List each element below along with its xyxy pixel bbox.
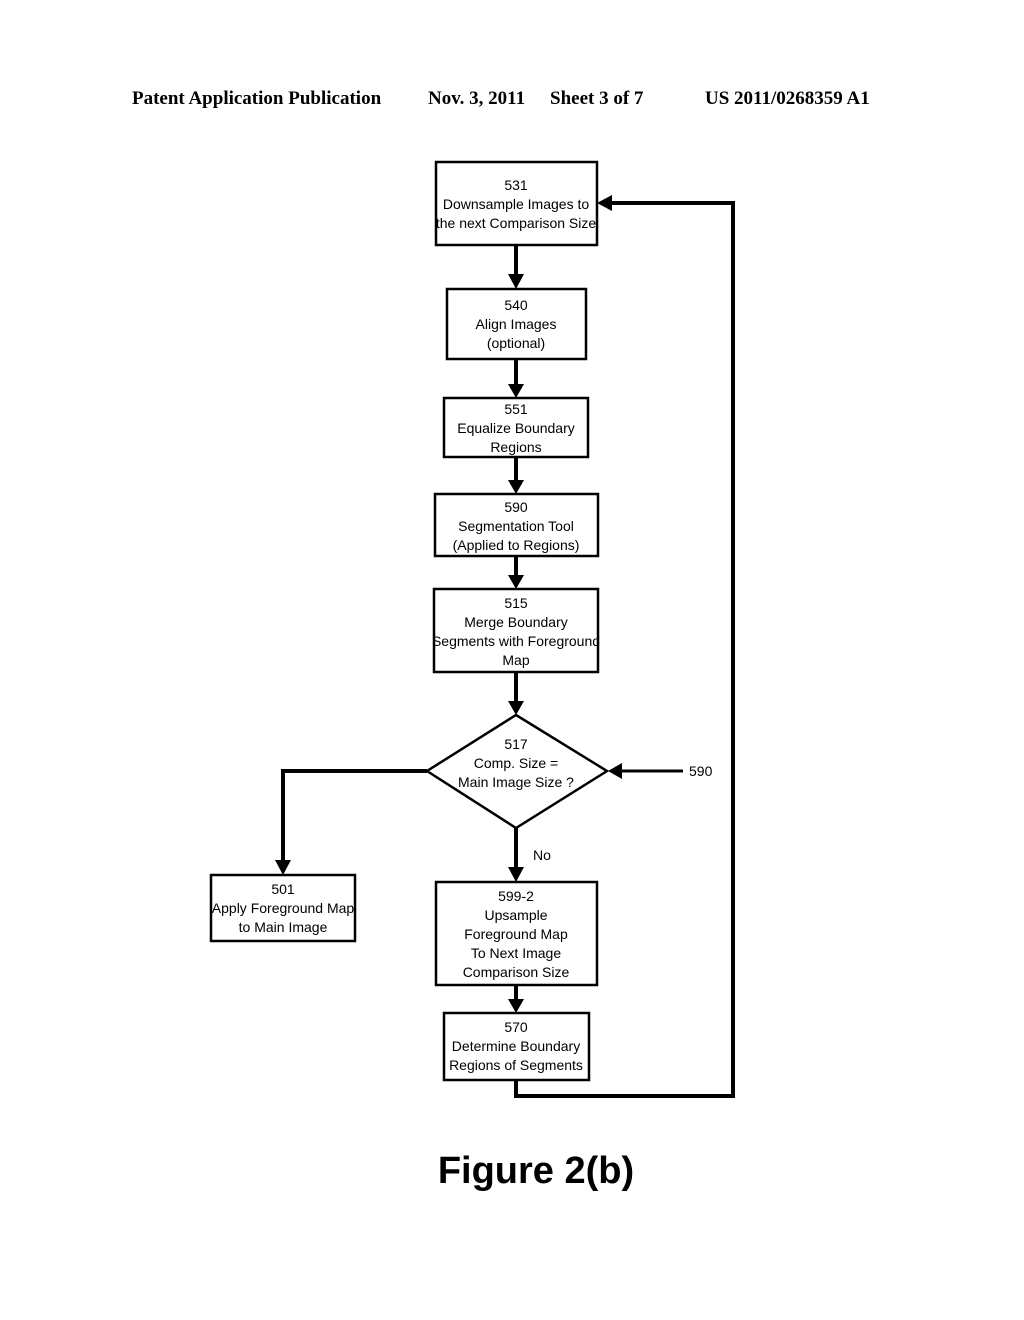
flowchart: 531 Downsample Images to the next Compar…	[209, 160, 735, 1098]
node-531: 531 Downsample Images to the next Compar…	[434, 160, 599, 247]
node-label-line: Main Image Size ?	[458, 774, 574, 790]
node-id: 540	[504, 297, 528, 313]
node-id: 517	[504, 736, 528, 752]
node-590: 590 Segmentation Tool (Applied to Region…	[433, 492, 600, 558]
node-label-line: Apply Foreground Map	[212, 900, 355, 916]
node-id: 531	[504, 177, 528, 193]
node-label-line: Merge Boundary	[464, 614, 568, 630]
node-label-line: (Applied to Regions)	[453, 537, 580, 553]
node-label-line: Comparison Size	[463, 964, 570, 980]
node-id: 515	[504, 595, 528, 611]
node-label-line: Foreground Map	[464, 926, 568, 942]
node-label-line: to Main Image	[239, 919, 328, 935]
node-501: 501 Apply Foreground Map to Main Image	[209, 873, 357, 943]
figure-caption: Figure 2(b)	[437, 1150, 635, 1192]
node-551: 551 Equalize Boundary Regions	[442, 396, 590, 459]
edge-517-501	[281, 769, 427, 862]
node-label-line: the next Comparison Size	[436, 215, 597, 231]
node-515: 515 Merge Boundary Segments with Foregro…	[432, 587, 600, 674]
arrowhead	[508, 575, 524, 589]
arrowhead	[597, 195, 612, 211]
edge-label-ref-590: 590	[689, 763, 713, 779]
node-label-line: Regions	[490, 439, 541, 455]
node-label-line: Determine Boundary	[452, 1038, 580, 1054]
arrowhead	[508, 701, 524, 715]
arrowhead	[508, 999, 524, 1013]
node-id: 551	[504, 401, 528, 417]
decision-diamond	[424, 713, 610, 830]
node-label-line: Downsample Images to	[443, 196, 590, 212]
node-label-line: Upsample	[484, 907, 547, 923]
arrowhead	[275, 860, 291, 875]
arrowhead	[508, 384, 524, 398]
node-label-line: Map	[502, 652, 529, 668]
node-540: 540 Align Images (optional)	[445, 287, 588, 361]
node-label-line: Regions of Segments	[449, 1057, 583, 1073]
edge-label-no: No	[533, 847, 551, 863]
node-label-line: Comp. Size =	[474, 755, 558, 771]
arrowhead	[508, 867, 524, 882]
node-517-decision: 517 Comp. Size = Main Image Size ?	[424, 713, 610, 830]
node-id: 570	[504, 1019, 528, 1035]
node-id: 501	[271, 881, 295, 897]
node-id: 599-2	[498, 888, 534, 904]
node-label-line: Segmentation Tool	[458, 518, 574, 534]
node-label-line: Segments with Foreground	[432, 633, 600, 649]
node-570: 570 Determine Boundary Regions of Segmen…	[442, 1011, 591, 1082]
arrowhead	[508, 274, 524, 289]
arrowhead	[508, 480, 524, 494]
node-label-line: (optional)	[487, 335, 545, 351]
node-label-line: To Next Image	[471, 945, 561, 961]
node-599-2: 599-2 Upsample Foreground Map To Next Im…	[434, 880, 599, 987]
node-label-line: Align Images	[476, 316, 557, 332]
arrowhead	[608, 763, 622, 779]
node-label-line: Equalize Boundary	[457, 420, 575, 436]
node-id: 590	[504, 499, 528, 515]
